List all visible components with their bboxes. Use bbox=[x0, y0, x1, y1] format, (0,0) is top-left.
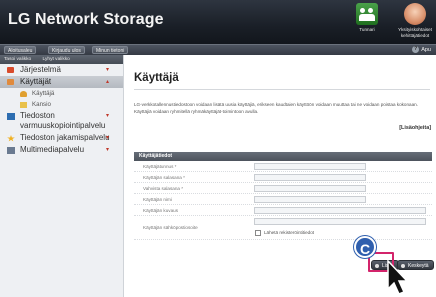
send-registration-label: Lähetä rekisteröintitiedot bbox=[264, 230, 315, 235]
email-input[interactable] bbox=[254, 218, 426, 225]
sidebar-subitem-label: Kansio bbox=[32, 101, 51, 108]
logout-nav-button[interactable]: Kirjaudu ulos bbox=[48, 46, 85, 54]
username-input[interactable] bbox=[254, 163, 366, 170]
share-icon bbox=[7, 135, 15, 142]
help-label: Apu bbox=[421, 47, 431, 53]
top-navbar: Aloitusaleu Kirjaudu ulos Minun tietoni … bbox=[0, 44, 436, 55]
field-label: Käyttäjän sähköpostiosoite bbox=[143, 225, 198, 230]
mouse-cursor-icon bbox=[387, 259, 409, 295]
settings-tool-label: Yksityiskohtaiset kehittäjätiedot bbox=[398, 27, 432, 38]
sidebar-item-label: Järjestelmä bbox=[20, 65, 61, 74]
users-icon bbox=[7, 79, 14, 85]
backup-icon bbox=[7, 113, 15, 120]
sidebar-subitem-user[interactable]: Käyttäjä bbox=[0, 88, 123, 99]
sidebar-item-label: Multimediapalvelu bbox=[20, 145, 85, 154]
sidebar-item-label: Käyttäjät bbox=[20, 77, 52, 86]
user-info-panel-header: Käyttäjätiedot bbox=[134, 152, 432, 161]
step-marker: C bbox=[354, 236, 376, 258]
settings-icon bbox=[404, 3, 426, 25]
form-row-email: Käyttäjän sähköpostiosoite Lähetä rekist… bbox=[134, 216, 432, 240]
page-title: Käyttäjä bbox=[134, 72, 179, 84]
form-row-username: Käyttäjätunnus * bbox=[134, 161, 432, 172]
field-label: Käyttäjätunnus * bbox=[143, 164, 177, 169]
sidebar-item-users[interactable]: Käyttäjät ▴ bbox=[0, 76, 123, 88]
name-input[interactable] bbox=[254, 196, 366, 203]
more-help-link[interactable]: [Lisäohjeita] bbox=[399, 125, 431, 131]
title-divider bbox=[134, 89, 430, 90]
home-nav-button[interactable]: Aloitusaleu bbox=[4, 46, 37, 54]
sidebar-short-menu-link[interactable]: Lyhyt valikko bbox=[43, 57, 70, 62]
users-tool-button[interactable]: Tunnari bbox=[348, 3, 386, 33]
confirm-password-input[interactable] bbox=[254, 185, 366, 192]
sidebar-subitem-folder[interactable]: Kansio bbox=[0, 99, 123, 110]
users-icon bbox=[356, 3, 378, 25]
users-tool-label: Tunnari bbox=[359, 27, 375, 32]
help-link[interactable]: ? Apu bbox=[412, 46, 431, 54]
sidebar-item-label: Tiedoston jakamispalvelu bbox=[20, 133, 110, 142]
field-label: Käyttäjän nimi bbox=[143, 197, 172, 202]
send-registration-checkbox[interactable] bbox=[255, 230, 261, 236]
sidebar-item-sharing-service[interactable]: Tiedoston jakamispalvelu ▾ bbox=[0, 132, 123, 144]
expand-arrow-icon: ▾ bbox=[105, 135, 109, 141]
my-info-nav-button[interactable]: Minun tietoni bbox=[92, 46, 129, 54]
form-row-password: Käyttäjän salasana * bbox=[134, 172, 432, 183]
form-row-description: Käyttäjän kuvaus bbox=[134, 205, 432, 216]
sidebar-item-multimedia-service[interactable]: Multimediapalvelu ▾ bbox=[0, 144, 123, 156]
folder-icon bbox=[20, 102, 27, 108]
sidebar: Tasoi valikko Lyhyt valikko Järjestelmä … bbox=[0, 55, 124, 297]
description-input[interactable] bbox=[254, 207, 426, 214]
sidebar-item-backup-service[interactable]: Tiedoston varmuuskopiointipalvelu ▾ bbox=[0, 110, 123, 132]
expand-arrow-icon: ▾ bbox=[105, 147, 109, 153]
field-label: Käyttäjän kuvaus bbox=[143, 208, 178, 213]
sidebar-subitem-label: Käyttäjä bbox=[32, 90, 55, 97]
system-icon bbox=[7, 67, 14, 73]
form-row-confirm-password: Vahvista salasana * bbox=[134, 183, 432, 194]
form-row-name: Käyttäjän nimi bbox=[134, 194, 432, 205]
field-label: Käyttäjän salasana * bbox=[143, 175, 185, 180]
field-label: Vahvista salasana * bbox=[143, 186, 184, 191]
media-icon bbox=[7, 147, 15, 154]
page-description: LG-verkkotallennustiedostoon voidaan lis… bbox=[134, 102, 418, 114]
expand-arrow-icon: ▾ bbox=[105, 67, 109, 73]
password-input[interactable] bbox=[254, 174, 366, 181]
app-header: LG Network Storage Tunnari Yksityiskohta… bbox=[0, 0, 436, 44]
settings-tool-button[interactable]: Yksityiskohtaiset kehittäjätiedot bbox=[394, 3, 436, 38]
user-icon bbox=[20, 91, 27, 97]
sidebar-full-menu-link[interactable]: Tasoi valikko bbox=[4, 57, 31, 62]
collapse-arrow-icon: ▴ bbox=[105, 79, 109, 85]
expand-arrow-icon: ▾ bbox=[105, 113, 109, 119]
app-title: LG Network Storage bbox=[8, 11, 164, 28]
sidebar-item-label: Tiedoston varmuuskopiointipalvelu bbox=[20, 111, 106, 130]
sidebar-item-system[interactable]: Järjestelmä ▾ bbox=[0, 64, 123, 76]
sidebar-top-links: Tasoi valikko Lyhyt valikko bbox=[0, 55, 123, 64]
help-icon: ? bbox=[412, 46, 420, 54]
